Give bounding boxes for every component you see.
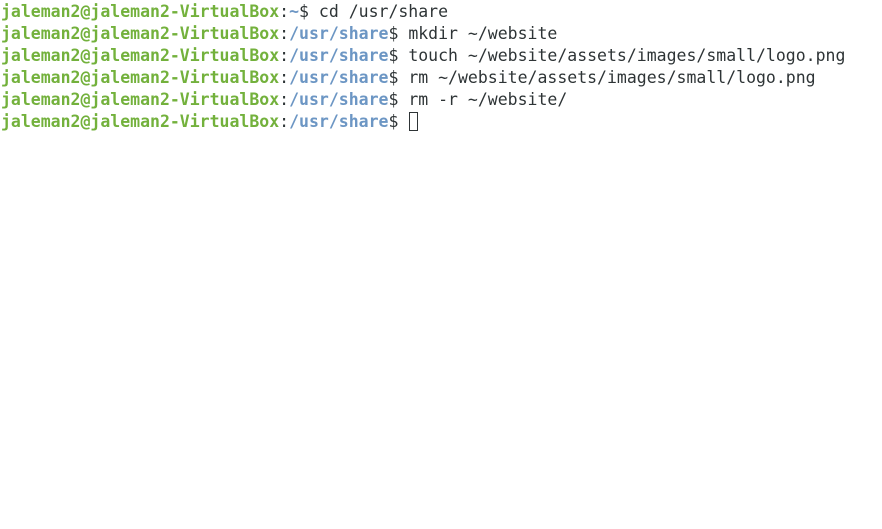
prompt-dollar: $ — [388, 46, 409, 65]
prompt-dollar: $ — [388, 24, 409, 43]
prompt-dollar: $ — [299, 2, 319, 21]
prompt-user-host: jaleman2@jaleman2-VirtualBox — [1, 2, 280, 21]
prompt-path: /usr/share — [289, 68, 389, 87]
command-text: rm -r ~/website/ — [408, 90, 568, 109]
terminal-line: jaleman2@jaleman2-VirtualBox:/usr/share$… — [1, 45, 882, 67]
prompt-colon: : — [279, 90, 290, 109]
command-text: cd /usr/share — [318, 2, 449, 21]
prompt-path: ~ — [289, 2, 300, 21]
prompt-colon: : — [279, 68, 290, 87]
terminal-line: jaleman2@jaleman2-VirtualBox:/usr/share$… — [1, 23, 882, 45]
prompt-user-host: jaleman2@jaleman2-VirtualBox — [1, 112, 280, 131]
prompt-path: /usr/share — [289, 90, 389, 109]
terminal-line: jaleman2@jaleman2-VirtualBox:/usr/share$… — [1, 67, 882, 89]
prompt-path: /usr/share — [289, 46, 389, 65]
terminal-line-active[interactable]: jaleman2@jaleman2-VirtualBox:/usr/share$ — [1, 111, 882, 133]
prompt-dollar: $ — [388, 68, 409, 87]
text-cursor — [409, 112, 419, 131]
command-text: mkdir ~/website — [408, 24, 558, 43]
prompt-colon: : — [279, 46, 290, 65]
prompt-path: /usr/share — [289, 24, 389, 43]
command-text: rm ~/website/assets/images/small/logo.pn… — [408, 68, 816, 87]
prompt-colon: : — [279, 112, 290, 131]
prompt-user-host: jaleman2@jaleman2-VirtualBox — [1, 68, 280, 87]
prompt-colon: : — [279, 24, 290, 43]
prompt-dollar: $ — [388, 90, 409, 109]
prompt-path: /usr/share — [289, 112, 389, 131]
terminal-window[interactable]: jaleman2@jaleman2-VirtualBox:~$ cd /usr/… — [0, 0, 882, 529]
prompt-dollar: $ — [388, 112, 409, 131]
prompt-user-host: jaleman2@jaleman2-VirtualBox — [1, 46, 280, 65]
prompt-user-host: jaleman2@jaleman2-VirtualBox — [1, 24, 280, 43]
command-text: touch ~/website/assets/images/small/logo… — [408, 46, 846, 65]
terminal-line: jaleman2@jaleman2-VirtualBox:~$ cd /usr/… — [1, 1, 882, 23]
prompt-colon: : — [279, 2, 290, 21]
terminal-line: jaleman2@jaleman2-VirtualBox:/usr/share$… — [1, 89, 882, 111]
prompt-user-host: jaleman2@jaleman2-VirtualBox — [1, 90, 280, 109]
